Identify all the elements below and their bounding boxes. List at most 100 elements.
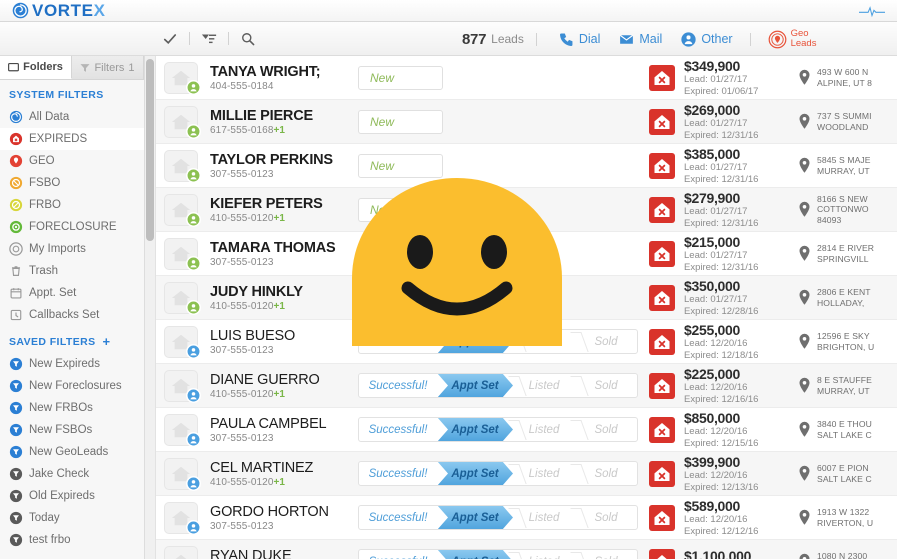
sidebar-item-foreclosure[interactable]: FORECLOSURE bbox=[0, 216, 144, 238]
table-row[interactable]: KIEFER PETERS 410-555-0120+1 New $279,900 Le… bbox=[156, 188, 897, 232]
status-new-button[interactable]: New bbox=[358, 241, 443, 266]
lead-address-cell[interactable]: 8166 S NEW COTTONWO 84093 bbox=[798, 194, 897, 226]
lead-name-cell[interactable]: RYAN DUKE410-555-0120+1 bbox=[210, 548, 358, 559]
stage-listed[interactable]: Listed bbox=[513, 330, 575, 353]
stage-successful[interactable]: Successful! bbox=[359, 462, 443, 485]
table-row[interactable]: GORDO HORTON 307-555-0123 Successful! Appt … bbox=[156, 496, 897, 540]
lead-address-cell[interactable]: 5845 S MAJE MURRAY, UT bbox=[798, 155, 897, 176]
property-thumbnail-cell[interactable] bbox=[164, 501, 210, 535]
status-new-button[interactable]: New bbox=[358, 109, 443, 134]
stage-listed[interactable]: Listed bbox=[513, 374, 575, 397]
stage-sold[interactable]: Sold bbox=[575, 550, 637, 559]
lead-name-cell[interactable]: TANYA WRIGHT; 404-555-0184 bbox=[210, 64, 358, 92]
property-thumbnail-cell[interactable] bbox=[164, 457, 210, 491]
stage-successful[interactable]: Successful! bbox=[359, 550, 443, 559]
table-row[interactable]: MILLIE PIERCE 617-555-0168+1 New $269,000 Le… bbox=[156, 100, 897, 144]
lead-address-cell[interactable]: 493 W 600 N ALPINE, UT 8 bbox=[798, 67, 897, 88]
stage-appt-set[interactable]: Appt Set bbox=[437, 417, 513, 442]
table-row[interactable]: TAMARA THOMAS 307-555-0123 New $215,000 Lead… bbox=[156, 232, 897, 276]
sidebar-item-my-imports[interactable]: My Imports bbox=[0, 238, 144, 260]
geo-leads-button[interactable]: Geo Leads bbox=[759, 29, 826, 49]
lead-name-cell[interactable]: PAULA CAMPBEL 307-555-0123 bbox=[210, 416, 358, 444]
stage-listed[interactable]: Listed bbox=[513, 418, 575, 441]
property-thumbnail-cell[interactable] bbox=[164, 413, 210, 447]
lead-name-cell[interactable]: MILLIE PIERCE 617-555-0168+1 bbox=[210, 108, 358, 136]
stage-listed[interactable]: Listed bbox=[513, 550, 575, 559]
lead-address-cell[interactable]: 3840 E THOU SALT LAKE C bbox=[798, 419, 897, 440]
sidebar-item-today[interactable]: Today bbox=[0, 507, 144, 529]
stage-successful[interactable]: Successful! bbox=[359, 506, 443, 529]
lead-address-cell[interactable]: 2814 E RIVER SPRINGVILL bbox=[798, 243, 897, 264]
add-saved-filter-button[interactable]: + bbox=[102, 335, 110, 348]
table-row[interactable]: LUIS BUESO 307-555-0123 Successful! Appt Se… bbox=[156, 320, 897, 364]
stage-listed[interactable]: Listed bbox=[513, 506, 575, 529]
stage-appt-set[interactable]: Appt Set bbox=[437, 329, 513, 354]
property-thumbnail-cell[interactable] bbox=[164, 237, 210, 271]
property-thumbnail-cell[interactable] bbox=[164, 193, 210, 227]
stage-successful[interactable]: Successful! bbox=[359, 374, 443, 397]
stage-appt-set[interactable]: Appt Set bbox=[437, 461, 513, 486]
sidebar-item-new-frbos[interactable]: New FRBOs bbox=[0, 397, 144, 419]
mail-button[interactable]: Mail bbox=[609, 31, 671, 48]
lead-name-cell[interactable]: KIEFER PETERS 410-555-0120+1 bbox=[210, 196, 358, 224]
table-row[interactable]: TAYLOR PERKINS 307-555-0123 New $385,000 Lea… bbox=[156, 144, 897, 188]
status-new-button[interactable]: New bbox=[358, 153, 443, 178]
property-thumbnail-cell[interactable] bbox=[164, 281, 210, 315]
status-new-button[interactable]: New bbox=[358, 197, 443, 222]
stage-listed[interactable]: Listed bbox=[513, 462, 575, 485]
sidebar-item-jake-check[interactable]: Jake Check bbox=[0, 463, 144, 485]
lead-name-cell[interactable]: GORDO HORTON 307-555-0123 bbox=[210, 504, 358, 532]
sidebar-item-old-expireds[interactable]: Old Expireds bbox=[0, 485, 144, 507]
stage-appt-set[interactable]: Appt Set bbox=[437, 373, 513, 398]
table-row[interactable]: JUDY HINKLY 410-555-0120+1 New $350,000 Lead… bbox=[156, 276, 897, 320]
stage-sold[interactable]: Sold bbox=[575, 330, 637, 353]
select-all-check-button[interactable] bbox=[155, 28, 185, 50]
stage-successful[interactable]: Successful! bbox=[359, 330, 443, 353]
stage-successful[interactable]: Successful! bbox=[359, 418, 443, 441]
sidebar-item-new-fsbos[interactable]: New FSBOs bbox=[0, 419, 144, 441]
status-new-button[interactable]: New bbox=[358, 285, 443, 310]
table-row[interactable]: PAULA CAMPBEL 307-555-0123 Successful! Appt… bbox=[156, 408, 897, 452]
app-logo[interactable]: VORTEX bbox=[0, 1, 106, 21]
dial-button[interactable]: Dial bbox=[549, 31, 610, 48]
lead-name-cell[interactable]: TAMARA THOMAS 307-555-0123 bbox=[210, 240, 358, 268]
stage-sold[interactable]: Sold bbox=[575, 462, 637, 485]
lead-name-cell[interactable]: LUIS BUESO 307-555-0123 bbox=[210, 328, 358, 356]
stage-sold[interactable]: Sold bbox=[575, 418, 637, 441]
lead-address-cell[interactable]: 12596 E SKY BRIGHTON, U bbox=[798, 331, 897, 352]
lead-address-cell[interactable]: 6007 E PION SALT LAKE C bbox=[798, 463, 897, 484]
other-button[interactable]: Other bbox=[671, 31, 741, 48]
stage-appt-set[interactable]: Appt Set bbox=[437, 549, 513, 559]
sidebar-item-expireds[interactable]: EXPIREDS bbox=[0, 128, 144, 150]
property-thumbnail-cell[interactable] bbox=[164, 149, 210, 183]
sidebar-item-new-foreclosures[interactable]: New Foreclosures bbox=[0, 375, 144, 397]
sidebar-item-appt-set[interactable]: Appt. Set bbox=[0, 282, 144, 304]
sidebar-item-new-geoleads[interactable]: New GeoLeads bbox=[0, 441, 144, 463]
stage-sold[interactable]: Sold bbox=[575, 506, 637, 529]
property-thumbnail-cell[interactable] bbox=[164, 61, 210, 95]
sidebar-item-fsbo[interactable]: FSBO bbox=[0, 172, 144, 194]
lead-address-cell[interactable]: 1913 W 1322 RIVERTON, U bbox=[798, 507, 897, 528]
property-thumbnail-cell[interactable] bbox=[164, 369, 210, 403]
tab-filters[interactable]: Filters 1 bbox=[72, 56, 144, 79]
table-row[interactable]: RYAN DUKE410-555-0120+1Successful!Appt S… bbox=[156, 540, 897, 559]
stage-sold[interactable]: Sold bbox=[575, 374, 637, 397]
sort-filter-button[interactable] bbox=[194, 28, 224, 50]
lead-name-cell[interactable]: DIANE GUERRO 410-555-0120+1 bbox=[210, 372, 358, 400]
sidebar-item-frbo[interactable]: FRBO bbox=[0, 194, 144, 216]
search-button[interactable] bbox=[233, 28, 263, 50]
sidebar-item-test-frbo[interactable]: test frbo bbox=[0, 529, 144, 551]
lead-address-cell[interactable]: 737 S SUMMI WOODLAND bbox=[798, 111, 897, 132]
lead-name-cell[interactable]: TAYLOR PERKINS 307-555-0123 bbox=[210, 152, 358, 180]
sidebar-item-trash[interactable]: Trash bbox=[0, 260, 144, 282]
sidebar-item-new-expireds[interactable]: New Expireds bbox=[0, 353, 144, 375]
lead-name-cell[interactable]: CEL MARTINEZ 410-555-0120+1 bbox=[210, 460, 358, 488]
table-row[interactable]: TANYA WRIGHT; 404-555-0184 New $349,900 Lead… bbox=[156, 56, 897, 100]
property-thumbnail-cell[interactable] bbox=[164, 105, 210, 139]
table-row[interactable]: CEL MARTINEZ 410-555-0120+1 Successful! App… bbox=[156, 452, 897, 496]
lead-address-cell[interactable]: 1080 N 2300LEHI, UT 840 bbox=[798, 551, 897, 559]
sidebar-item-all-data[interactable]: All Data bbox=[0, 106, 144, 128]
stage-appt-set[interactable]: Appt Set bbox=[437, 505, 513, 530]
sidebar-item-geo[interactable]: GEO bbox=[0, 150, 144, 172]
tab-folders[interactable]: Folders bbox=[0, 56, 72, 79]
